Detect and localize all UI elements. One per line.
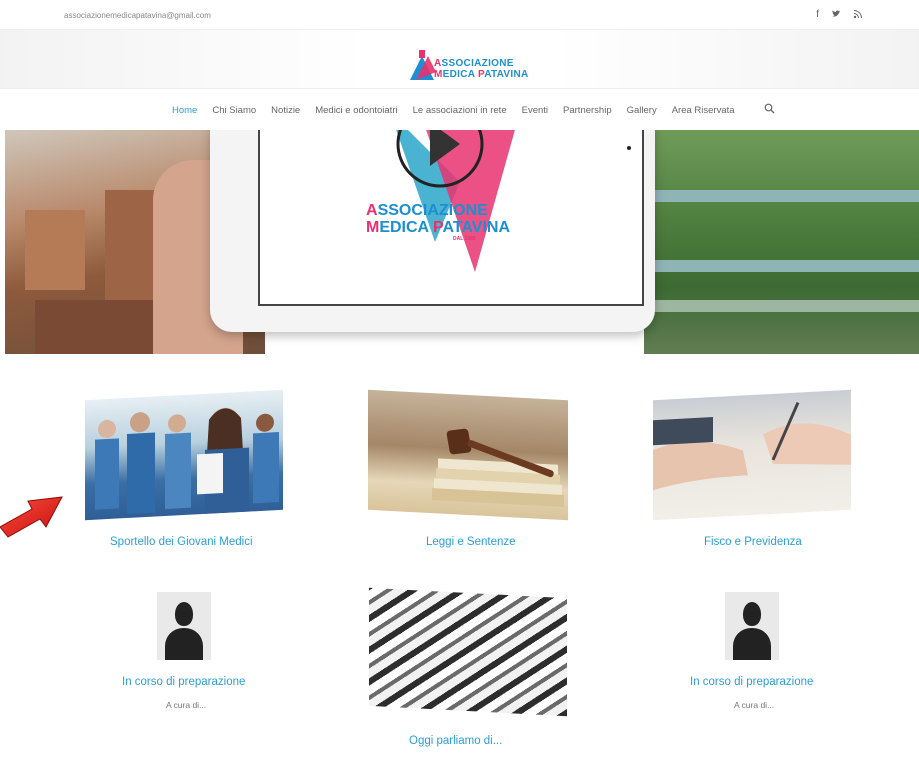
social-links: f xyxy=(816,9,863,22)
gavel-image[interactable] xyxy=(368,389,568,521)
site-logo[interactable]: ASSOCIAZIONE MEDICA PATAVINA xyxy=(408,48,540,88)
main-nav: Home Chi Siamo Notizie Medici e odontoia… xyxy=(0,88,919,132)
logo-line-2: MEDICA PATAVINA xyxy=(434,69,529,80)
nav-item-medici-odontoiatri[interactable]: Medici e odontoiatri xyxy=(315,105,397,116)
logo-line-1: ASSOCIAZIONE xyxy=(434,58,514,69)
nav-item-area-riservata[interactable]: Area Riservata xyxy=(672,105,735,116)
card-title[interactable]: In corso di preparazione xyxy=(122,676,245,688)
nav-item-eventi[interactable]: Eventi xyxy=(522,105,548,116)
twitter-icon[interactable] xyxy=(831,9,841,22)
card-title[interactable]: Fisco e Previdenza xyxy=(704,536,802,548)
nav-item-associazioni-rete[interactable]: Le associazioni in rete xyxy=(413,105,507,116)
hero-logo-line-2: MEDICA PATAVINA xyxy=(366,219,510,236)
nav-item-notizie[interactable]: Notizie xyxy=(271,105,300,116)
card-title[interactable]: Sportello dei Giovani Medici xyxy=(110,536,253,548)
hero-banner[interactable]: ASSOCIAZIONE MEDICA PATAVINA DAL 1985 xyxy=(5,130,919,354)
top-bar: associazionemedicapatavina@gmail.com f xyxy=(0,0,919,30)
tablet-camera xyxy=(627,146,631,150)
search-icon[interactable] xyxy=(764,103,775,117)
logo-mark-icon xyxy=(410,50,436,80)
rss-icon[interactable] xyxy=(853,9,863,22)
card-title[interactable]: In corso di preparazione xyxy=(690,676,813,688)
red-arrow-icon xyxy=(0,496,63,538)
nav-item-gallery[interactable]: Gallery xyxy=(627,105,657,116)
park-photo xyxy=(644,130,919,354)
facebook-icon[interactable]: f xyxy=(816,9,819,22)
card-title[interactable]: Oggi parliamo di... xyxy=(409,735,502,747)
card-title[interactable]: Leggi e Sentenze xyxy=(426,536,516,548)
card-author: A cura di... xyxy=(166,700,207,710)
nav-item-partnership[interactable]: Partnership xyxy=(563,105,612,116)
nav-item-home[interactable]: Home xyxy=(172,105,197,116)
avatar-placeholder xyxy=(157,592,211,660)
newspapers-image[interactable] xyxy=(369,587,567,717)
nav-item-chi-siamo[interactable]: Chi Siamo xyxy=(212,105,256,116)
hero-since-label: DAL 1985 xyxy=(453,236,476,242)
avatar-placeholder xyxy=(725,592,779,660)
card-author: A cura di... xyxy=(734,700,775,710)
contact-email[interactable]: associazionemedicapatavina@gmail.com xyxy=(64,11,211,20)
signing-image[interactable] xyxy=(653,389,851,521)
doctors-image[interactable] xyxy=(85,389,283,521)
hero-logo-line-1: ASSOCIAZIONE xyxy=(366,202,488,219)
